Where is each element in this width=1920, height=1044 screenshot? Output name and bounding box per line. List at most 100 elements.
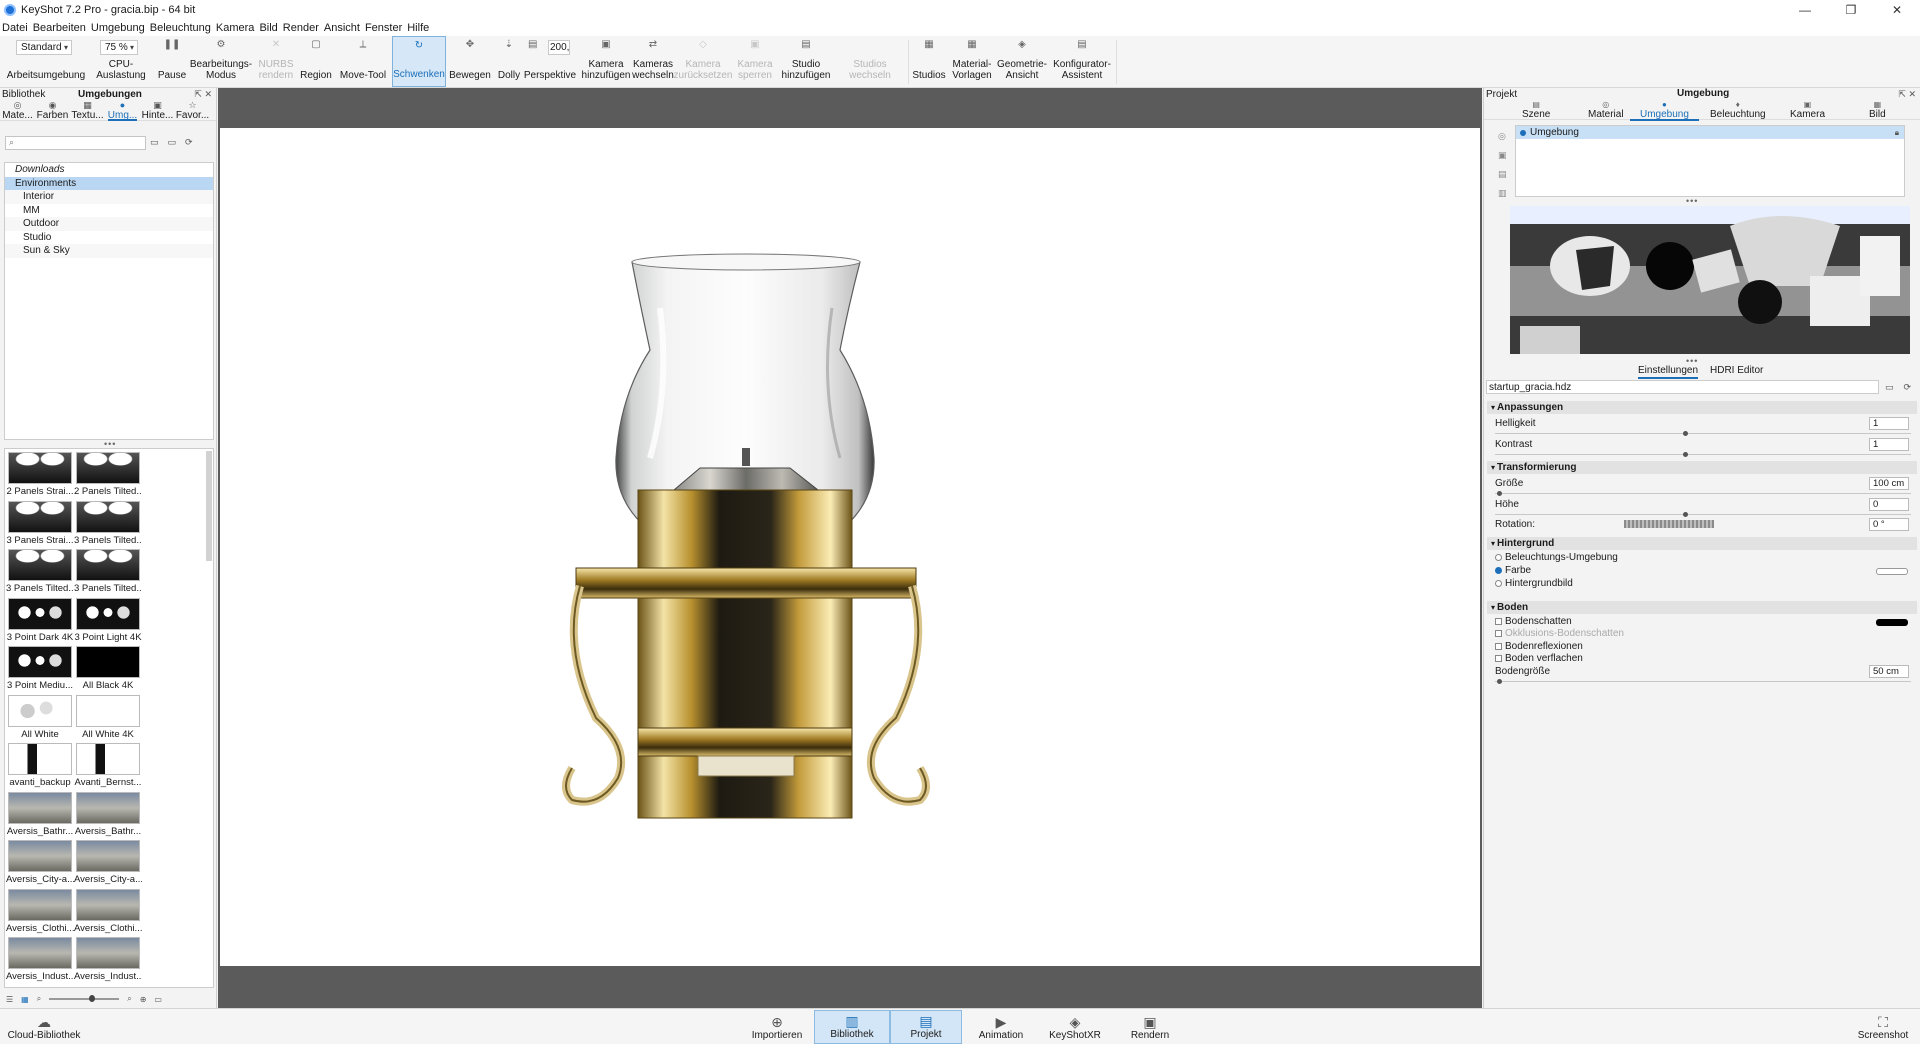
environment-thumbnail[interactable]: Aversis_Bathr... bbox=[7, 791, 73, 837]
ground-size-slider[interactable] bbox=[1495, 679, 1911, 684]
toolbar-orbit[interactable]: ↻ Schwenken bbox=[392, 36, 446, 87]
environment-thumbnail[interactable]: Aversis_Bathr... bbox=[75, 791, 141, 837]
panel-controls-icon[interactable]: ⇱ ✕ bbox=[1898, 89, 1916, 100]
environment-thumbnail[interactable]: 3 Panels Tilted... bbox=[74, 500, 142, 546]
toolbar-pan[interactable]: ✥ Bewegen bbox=[448, 36, 492, 87]
brightness-field[interactable]: 1 bbox=[1869, 417, 1909, 430]
menu-umgebung[interactable]: Umgebung bbox=[91, 22, 145, 34]
environment-thumbnail[interactable]: 3 Point Dark 4K bbox=[7, 597, 73, 643]
refresh-icon[interactable]: ⟳ bbox=[185, 137, 193, 148]
tab-textures[interactable]: ▦ Textu... bbox=[70, 101, 105, 122]
toolbar-nurbs[interactable]: ✕ NURBS rendern bbox=[254, 36, 298, 87]
toolbar-perspective[interactable]: ▤ Perspektive bbox=[522, 36, 578, 87]
environment-thumbnail[interactable]: 3 Panels Tilted... bbox=[6, 549, 74, 594]
hdri-file-field[interactable]: startup_gracia.hdz bbox=[1486, 380, 1879, 394]
radio-bg-color[interactable]: Farbe bbox=[1495, 565, 1531, 576]
thumbnail-scrollbar[interactable] bbox=[206, 451, 212, 561]
menu-fenster[interactable]: Fenster bbox=[365, 22, 402, 34]
menu-ansicht[interactable]: Ansicht bbox=[324, 22, 360, 34]
section-background[interactable]: Hintergrund bbox=[1487, 537, 1917, 550]
size-slider[interactable] bbox=[1495, 491, 1911, 496]
menu-render[interactable]: Render bbox=[283, 22, 319, 34]
add-icon[interactable]: ⊕ bbox=[140, 995, 147, 1004]
radio-bg-environment[interactable]: Beleuchtungs-Umgebung bbox=[1495, 552, 1618, 563]
menu-datei[interactable]: Datei bbox=[2, 22, 28, 34]
refresh-icon[interactable]: ⟳ bbox=[1904, 382, 1912, 393]
tree-item-sun-sky[interactable]: Sun & Sky bbox=[5, 244, 213, 258]
zoom-in-icon[interactable]: ⌕ bbox=[127, 994, 131, 1004]
menu-bild[interactable]: Bild bbox=[259, 22, 277, 34]
folder-open-icon[interactable]: ▭ bbox=[150, 137, 159, 148]
section-ground[interactable]: Boden bbox=[1487, 601, 1917, 614]
menu-hilfe[interactable]: Hilfe bbox=[407, 22, 429, 34]
toolbar-geometry-view[interactable]: ◈ Geometrie- Ansicht bbox=[996, 36, 1048, 87]
toolbar-edit-mode[interactable]: ⚙ Bearbeitungs- Modus bbox=[188, 36, 254, 87]
tree-item-interior[interactable]: Interior bbox=[5, 190, 213, 204]
contrast-field[interactable]: 1 bbox=[1869, 438, 1909, 451]
tree-item-outdoor[interactable]: Outdoor bbox=[5, 217, 213, 231]
folder-open-icon[interactable]: ▭ bbox=[1885, 382, 1894, 393]
toolbar-material-templates[interactable]: ▦ Material- Vorlagen bbox=[948, 36, 996, 87]
tab-hdri-editor[interactable]: HDRI Editor bbox=[1710, 365, 1763, 376]
grid-view-icon[interactable]: ▦ bbox=[21, 995, 29, 1004]
background-color-swatch[interactable] bbox=[1876, 568, 1908, 575]
tab-einstellungen[interactable]: Einstellungen bbox=[1638, 365, 1699, 379]
render-button[interactable]: ▣ Rendern bbox=[1120, 1010, 1180, 1044]
toolbar-move-tool[interactable]: ⟂ Move-Tool bbox=[334, 36, 392, 87]
tree-item-studio[interactable]: Studio bbox=[5, 231, 213, 245]
folder-add-icon[interactable]: ▭ bbox=[168, 137, 177, 148]
list-view-icon[interactable]: ☰ bbox=[6, 995, 13, 1004]
section-adjustments[interactable]: Anpassungen bbox=[1487, 401, 1917, 414]
menu-kamera[interactable]: Kamera bbox=[216, 22, 255, 34]
animation-button[interactable]: ▶ Animation bbox=[970, 1010, 1032, 1044]
tab-lighting[interactable]: ♦ Beleuchtung bbox=[1710, 100, 1766, 120]
toolbar-switch-cameras[interactable]: ⇄ Kameras wechseln bbox=[632, 36, 674, 87]
environment-thumbnail[interactable]: 2 Panels Strai... bbox=[6, 452, 74, 497]
tab-environment[interactable]: ● Umgebung bbox=[1630, 100, 1699, 121]
lock-icon[interactable]: 🔒︎ bbox=[1895, 128, 1899, 138]
environment-thumbnail[interactable]: All White bbox=[7, 694, 73, 740]
size-field[interactable]: 100 cm bbox=[1869, 477, 1909, 490]
render-canvas[interactable] bbox=[220, 128, 1480, 966]
checkbox-occlusion-shadows[interactable]: Okklusions-Bodenschatten bbox=[1495, 628, 1624, 639]
menu-beleuchtung[interactable]: Beleuchtung bbox=[150, 22, 211, 34]
project-toggle-button[interactable]: ▤ Projekt bbox=[890, 1010, 962, 1044]
menu-bearbeiten[interactable]: Bearbeiten bbox=[33, 22, 86, 34]
radio-bg-image[interactable]: Hintergrundbild bbox=[1495, 578, 1573, 589]
environment-thumbnail[interactable]: 2 Panels Tilted... bbox=[74, 452, 142, 497]
panel-controls-icon[interactable]: ⇱ ✕ bbox=[194, 89, 212, 100]
section-transform[interactable]: Transformierung bbox=[1487, 461, 1917, 474]
tree-item-mm[interactable]: MM bbox=[5, 204, 213, 218]
environment-thumbnail[interactable]: avanti_backup bbox=[7, 743, 73, 788]
environment-thumbnail[interactable]: Aversis_City-a... bbox=[74, 840, 142, 885]
toolbar-configurator-wizard[interactable]: ▤ Konfigurator- Assistent bbox=[1050, 36, 1114, 87]
tab-favorites[interactable]: ☆ Favor... bbox=[175, 101, 210, 122]
environment-thumbnail[interactable]: Aversis_City-a... bbox=[6, 840, 74, 885]
tab-image[interactable]: ▦ Bild bbox=[1869, 100, 1886, 120]
hdri-preview[interactable] bbox=[1510, 206, 1910, 354]
toolbar-workspace[interactable]: Arbeitsumgebung bbox=[6, 36, 86, 87]
toolbar-add-camera[interactable]: ▣ Kamera hinzufügen bbox=[580, 36, 632, 87]
environment-thumbnail[interactable]: Aversis_Indust... bbox=[74, 937, 142, 982]
checkbox-ground-reflections[interactable]: Bodenreflexionen bbox=[1495, 641, 1583, 652]
height-slider[interactable] bbox=[1495, 512, 1911, 517]
tab-material[interactable]: ◎ Material bbox=[1588, 100, 1624, 120]
toolbar-dolly[interactable]: ⇣ Dolly bbox=[492, 36, 526, 87]
environment-thumbnail[interactable]: Aversis_Clothi... bbox=[6, 888, 74, 934]
environment-thumbnail[interactable]: Aversis_Indust... bbox=[6, 937, 74, 982]
tab-environments[interactable]: ● Umg... bbox=[105, 101, 140, 121]
toolbar-lock-camera[interactable]: ▣ Kamera sperren bbox=[732, 36, 778, 87]
environment-thumbnail[interactable]: Avanti_Bernst... bbox=[75, 743, 141, 788]
environment-thumbnail[interactable]: All Black 4K bbox=[75, 646, 141, 691]
checkbox-flatten-ground[interactable]: Boden verflachen bbox=[1495, 653, 1583, 664]
slider-knob[interactable] bbox=[1683, 431, 1688, 436]
slider-knob[interactable] bbox=[1683, 452, 1688, 457]
screenshot-button[interactable]: ⛶ Screenshot bbox=[1852, 1010, 1914, 1044]
shadow-color-swatch[interactable] bbox=[1876, 619, 1908, 626]
toolbar-studios[interactable]: ▦ Studios bbox=[910, 36, 948, 87]
tab-colors[interactable]: ◉ Farben bbox=[35, 101, 70, 122]
cloud-library-button[interactable]: ☁ Cloud-Bibliothek bbox=[6, 1010, 82, 1044]
environment-thumbnail[interactable]: 3 Point Light 4K bbox=[74, 597, 142, 643]
ground-size-field[interactable]: 50 cm bbox=[1869, 665, 1909, 678]
slider-knob[interactable] bbox=[1497, 491, 1502, 496]
